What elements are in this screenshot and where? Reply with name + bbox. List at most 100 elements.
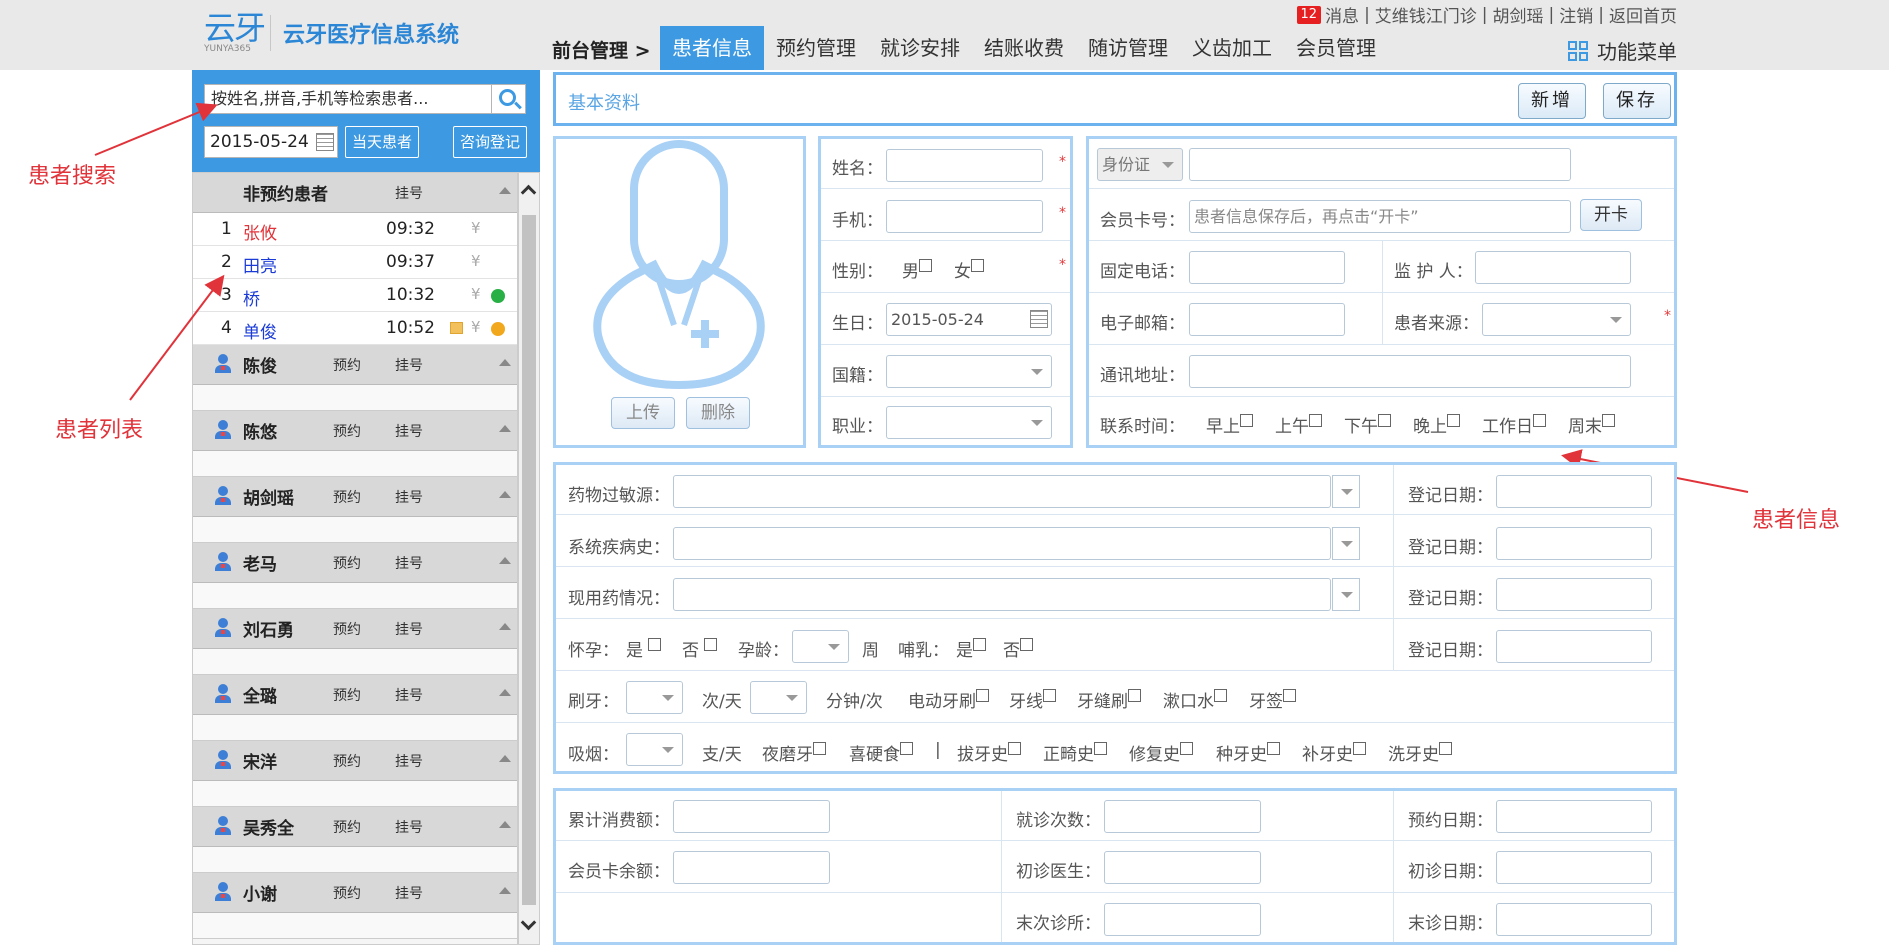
- visits-input[interactable]: [1104, 800, 1261, 833]
- tab-patient-info[interactable]: 患者信息: [660, 26, 764, 70]
- birthday-input[interactable]: 2015-05-24: [886, 303, 1052, 336]
- patient-name[interactable]: 桥: [243, 285, 260, 310]
- calendar-icon[interactable]: [1030, 310, 1048, 328]
- time-pm-option[interactable]: 下午: [1344, 412, 1391, 437]
- delete-photo-button[interactable]: 删除: [686, 397, 750, 429]
- pregnant-yes-option[interactable]: 是: [626, 636, 662, 661]
- collapse-caret-icon[interactable]: [499, 755, 511, 762]
- brush-tool-option[interactable]: 漱口水: [1163, 687, 1227, 712]
- first-date-input[interactable]: [1496, 851, 1652, 884]
- patient-row[interactable]: 1 张攸 09:32 ¥: [193, 213, 517, 246]
- brush-tool-option[interactable]: 牙缝刷: [1077, 687, 1141, 712]
- history-option[interactable]: 正畸史: [1043, 740, 1107, 765]
- pregnancy-reg-date-input[interactable]: [1496, 630, 1652, 663]
- clinic-link[interactable]: 艾维钱江门诊: [1375, 2, 1477, 27]
- upload-photo-button[interactable]: 上传: [611, 397, 675, 429]
- checkbox[interactable]: [1439, 742, 1452, 755]
- time-evening-option[interactable]: 晚上: [1413, 412, 1460, 437]
- date-picker[interactable]: 2015-05-24: [204, 126, 338, 158]
- lactation-yes-option[interactable]: 是: [956, 636, 986, 661]
- checkbox[interactable]: [1180, 742, 1193, 755]
- smoke-select[interactable]: [626, 733, 683, 766]
- consult-register-button[interactable]: 咨询登记: [453, 126, 527, 158]
- doctor-group-header[interactable]: 吴秀全 预约 挂号: [193, 807, 517, 847]
- patient-name[interactable]: 田亮: [243, 252, 277, 277]
- doctor-group-header[interactable]: 全璐 预约 挂号: [193, 675, 517, 715]
- user-link[interactable]: 胡剑瑶: [1493, 2, 1544, 27]
- payment-icon[interactable]: ¥: [471, 219, 481, 237]
- home-link[interactable]: 返回首页: [1609, 2, 1677, 27]
- history-option[interactable]: 修复史: [1129, 740, 1193, 765]
- current-med-dropdown[interactable]: [1332, 578, 1360, 611]
- checkbox[interactable]: [1267, 742, 1280, 755]
- payment-icon[interactable]: ¥: [471, 285, 481, 303]
- today-patients-button[interactable]: 当天患者: [345, 126, 419, 158]
- tab-denture[interactable]: 义齿加工: [1180, 26, 1284, 70]
- history-option[interactable]: 洗牙史: [1388, 740, 1452, 765]
- checkbox[interactable]: [976, 689, 989, 702]
- preg-week-select[interactable]: [792, 630, 849, 663]
- patient-search-input[interactable]: 按姓名,拼音,手机等检索患者...: [204, 84, 492, 114]
- habit-option[interactable]: 夜磨牙: [762, 740, 826, 765]
- time-workday-option[interactable]: 工作日: [1482, 412, 1546, 437]
- checkbox[interactable]: [1214, 689, 1227, 702]
- open-card-button[interactable]: 开卡: [1580, 199, 1642, 231]
- id-number-input[interactable]: [1189, 148, 1571, 181]
- brush-tool-option[interactable]: 牙签: [1249, 687, 1296, 712]
- calendar-icon[interactable]: [316, 133, 334, 151]
- checkbox[interactable]: [1283, 689, 1296, 702]
- history-input[interactable]: [673, 527, 1331, 560]
- current-med-reg-date-input[interactable]: [1496, 578, 1652, 611]
- doctor-group-header[interactable]: 宋洋 预约 挂号: [193, 741, 517, 781]
- email-input[interactable]: [1189, 303, 1345, 336]
- allergy-dropdown[interactable]: [1332, 475, 1360, 508]
- tab-billing[interactable]: 结账收费: [972, 26, 1076, 70]
- history-dropdown[interactable]: [1332, 527, 1360, 560]
- id-type-select[interactable]: 身份证: [1097, 148, 1183, 181]
- patient-row[interactable]: 2 田亮 09:37 ¥: [193, 246, 517, 279]
- collapse-caret-icon[interactable]: [499, 359, 511, 366]
- phone-input[interactable]: [886, 200, 1043, 233]
- nationality-select[interactable]: [886, 355, 1052, 388]
- save-button[interactable]: 保存: [1603, 83, 1671, 119]
- lactation-no-option[interactable]: 否: [1003, 636, 1033, 661]
- last-date-input[interactable]: [1496, 903, 1652, 936]
- tab-members[interactable]: 会员管理: [1284, 26, 1388, 70]
- current-med-input[interactable]: [673, 578, 1331, 611]
- scroll-up-icon[interactable]: [520, 184, 537, 201]
- collapse-caret-icon[interactable]: [499, 623, 511, 630]
- payment-icon[interactable]: ¥: [471, 318, 481, 336]
- collapse-caret-icon[interactable]: [499, 557, 511, 564]
- doctor-group-header[interactable]: 胡剑瑶 预约 挂号: [193, 477, 517, 517]
- address-input[interactable]: [1189, 355, 1631, 388]
- payment-icon[interactable]: ¥: [471, 252, 481, 270]
- allergy-reg-date-input[interactable]: [1496, 475, 1652, 508]
- checkbox[interactable]: [1353, 742, 1366, 755]
- doctor-group-header[interactable]: 老马 预约 挂号: [193, 543, 517, 583]
- brush-minutes-select[interactable]: [750, 681, 807, 714]
- collapse-caret-icon[interactable]: [499, 187, 511, 194]
- source-select[interactable]: [1482, 303, 1631, 336]
- scroll-down-icon[interactable]: [520, 914, 537, 931]
- appt-date-input[interactable]: [1496, 800, 1652, 833]
- time-weekend-option[interactable]: 周末: [1568, 412, 1615, 437]
- pregnant-no-option[interactable]: 否: [682, 636, 718, 661]
- checkbox[interactable]: [900, 742, 913, 755]
- collapse-caret-icon[interactable]: [499, 425, 511, 432]
- gender-male-option[interactable]: 男: [902, 257, 932, 282]
- tab-followup[interactable]: 随访管理: [1076, 26, 1180, 70]
- last-clinic-input[interactable]: [1104, 903, 1261, 936]
- time-am-option[interactable]: 上午: [1275, 412, 1322, 437]
- checkbox[interactable]: [1128, 689, 1141, 702]
- habit-option[interactable]: 喜硬食: [849, 740, 913, 765]
- collapse-caret-icon[interactable]: [499, 821, 511, 828]
- tab-appointments[interactable]: 预约管理: [764, 26, 868, 70]
- checkbox[interactable]: [1094, 742, 1107, 755]
- member-card-input[interactable]: 患者信息保存后，再点击“开卡”: [1189, 200, 1571, 233]
- collapse-caret-icon[interactable]: [499, 689, 511, 696]
- function-menu-button[interactable]: 功能菜单: [1568, 36, 1677, 65]
- first-doctor-input[interactable]: [1104, 851, 1261, 884]
- brush-tool-option[interactable]: 电动牙刷: [908, 687, 989, 712]
- history-option[interactable]: 补牙史: [1302, 740, 1366, 765]
- checkbox[interactable]: [1043, 689, 1056, 702]
